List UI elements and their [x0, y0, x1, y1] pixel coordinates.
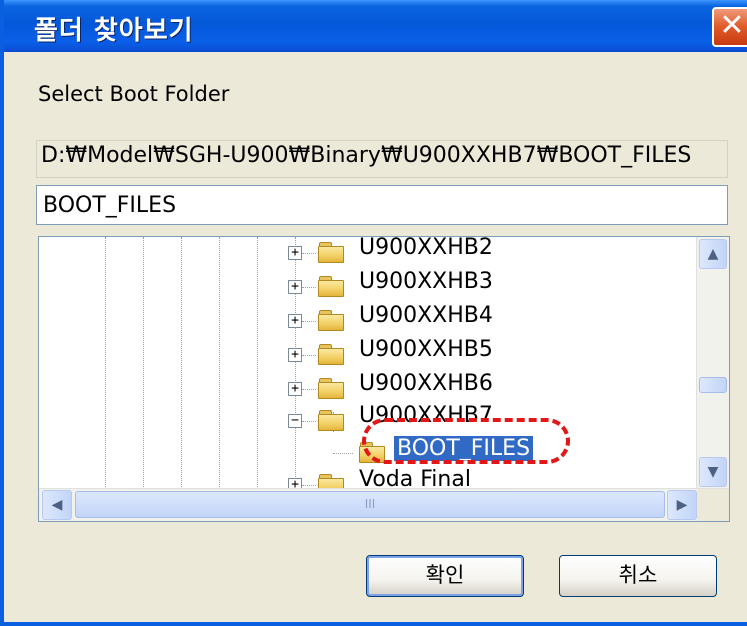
folder-icon [318, 310, 344, 331]
arrow-left-icon: ◀ [51, 497, 63, 513]
tree-item[interactable]: + U900XXHB2 [39, 236, 679, 269]
horizontal-scroll-thumb[interactable]: III [75, 491, 665, 518]
tree-item-label: U900XXHB7 [359, 403, 493, 428]
window-title: 폴더 찾아보기 [34, 16, 194, 46]
arrow-up-icon: ▲ [707, 246, 719, 262]
dialog-body: Select Boot Folder D:₩Model₩SGH-U900₩Bin… [4, 52, 747, 622]
tree-connector [302, 253, 316, 254]
tree-item-label: U900XXHB3 [359, 269, 493, 294]
tree-connector [302, 287, 316, 288]
folder-icon [318, 242, 344, 263]
expand-icon[interactable]: + [288, 382, 302, 396]
dialog-prompt: Select Boot Folder [38, 82, 230, 106]
expand-icon[interactable]: + [288, 348, 302, 362]
scroll-left-button[interactable]: ◀ [42, 490, 72, 520]
tree-connector [302, 485, 316, 486]
close-button[interactable]: ✕ [712, 7, 747, 47]
grip-icon: III [364, 497, 376, 511]
folder-icon [318, 276, 344, 297]
ok-button[interactable]: 확인 [366, 555, 524, 597]
tree-item-label: U900XXHB4 [359, 303, 493, 328]
tree-item-label: BOOT_FILES [392, 435, 535, 462]
tree-connector [302, 389, 316, 390]
expand-icon[interactable]: + [288, 314, 302, 328]
tree-item-label: U900XXHB2 [359, 236, 493, 260]
folder-icon [318, 344, 344, 365]
tree-item[interactable]: + U900XXHB3 [39, 269, 679, 303]
scrollbar-corner [697, 489, 729, 521]
close-icon: ✕ [719, 8, 745, 43]
folder-tree[interactable]: + U900XXHB2 + U900XXHB3 + U900XXHB4 + U9… [38, 236, 730, 522]
expand-icon[interactable]: + [288, 246, 302, 260]
tree-item-label: U900XXHB5 [359, 337, 493, 362]
tree-item-selected[interactable]: BOOT_FILES [39, 435, 679, 469]
expand-icon[interactable]: + [288, 280, 302, 294]
folder-icon [318, 410, 344, 431]
title-bar[interactable]: 폴더 찾아보기 [4, 0, 747, 52]
tree-item[interactable]: + U900XXHB4 [39, 303, 679, 337]
scroll-up-button[interactable]: ▲ [699, 239, 727, 269]
folder-browse-dialog: 폴더 찾아보기 ✕ Select Boot Folder D:₩Model₩SG… [0, 0, 747, 626]
folder-icon [318, 378, 344, 399]
horizontal-scrollbar[interactable]: ◀ III ▶ [39, 488, 729, 521]
tree-connector [302, 421, 316, 422]
tree-connector [333, 453, 353, 454]
scroll-right-button[interactable]: ▶ [667, 490, 697, 520]
tree-item[interactable]: + U900XXHB5 [39, 337, 679, 371]
folder-name-input[interactable] [36, 185, 728, 225]
collapse-icon[interactable]: − [288, 414, 302, 428]
tree-item[interactable]: − U900XXHB7 [39, 403, 679, 437]
vertical-scroll-thumb[interactable] [699, 377, 727, 393]
tree-item-label: U900XXHB6 [359, 371, 493, 396]
folder-icon [359, 442, 385, 463]
tree-connector [302, 355, 316, 356]
tree-item[interactable]: + U900XXHB6 [39, 371, 679, 405]
tree-connector [302, 321, 316, 322]
current-path: D:₩Model₩SGH-U900₩Binary₩U900XXHB7₩BOOT_… [36, 140, 728, 178]
cancel-button[interactable]: 취소 [559, 555, 717, 597]
scroll-down-button[interactable]: ▼ [699, 457, 727, 487]
vertical-scrollbar[interactable]: ▲ ▼ [696, 237, 729, 489]
arrow-right-icon: ▶ [676, 497, 688, 513]
arrow-down-icon: ▼ [707, 464, 719, 480]
